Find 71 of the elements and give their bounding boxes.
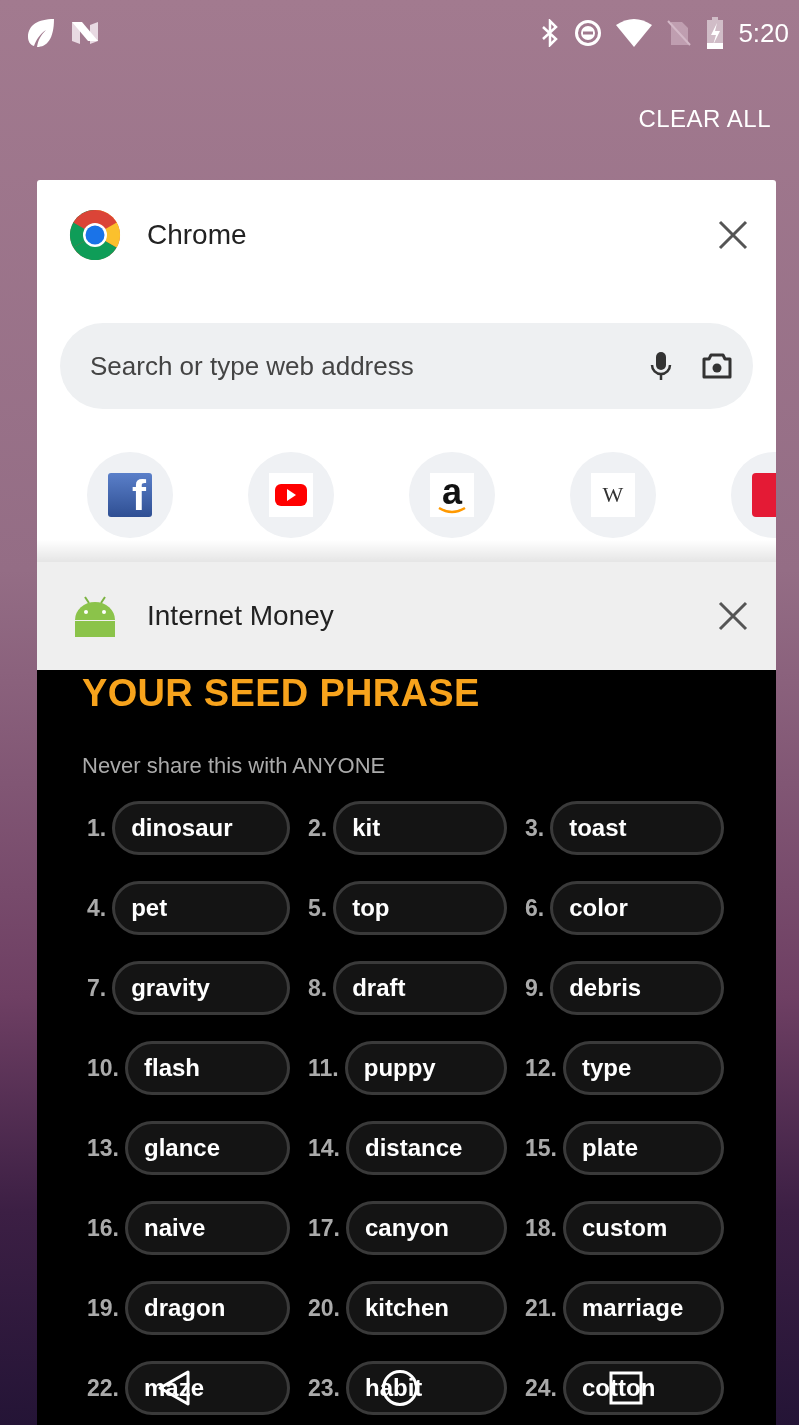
word-number: 1.: [86, 814, 107, 842]
shortcut-tile[interactable]: W: [570, 452, 656, 538]
seed-word: draft: [333, 961, 507, 1015]
word-number: 21.: [524, 1294, 557, 1322]
seed-word: color: [550, 881, 724, 935]
seed-word: gravity: [112, 961, 290, 1015]
seed-word: kitchen: [346, 1281, 507, 1335]
word-number: 14.: [307, 1134, 340, 1162]
seed-word: pet: [112, 881, 290, 935]
close-icon[interactable]: [718, 601, 748, 631]
word-number: 18.: [524, 1214, 557, 1242]
word-number: 4.: [86, 894, 107, 922]
amazon-logo: a: [430, 473, 474, 517]
seed-word: canyon: [346, 1201, 507, 1255]
word-number: 5.: [307, 894, 328, 922]
warning-text: Never share this with ANYONE: [82, 753, 387, 779]
word-number: 17.: [307, 1214, 340, 1242]
search-field[interactable]: Search or type web address: [88, 349, 621, 383]
no-sim-icon: [666, 19, 693, 47]
seed-word: naive: [125, 1201, 290, 1255]
seed-word: top: [333, 881, 507, 935]
camera-icon[interactable]: [701, 352, 733, 380]
app-name: Internet Money: [147, 600, 335, 632]
close-icon[interactable]: [718, 220, 748, 250]
word-number: 10.: [86, 1054, 119, 1082]
seed-word: glance: [125, 1121, 290, 1175]
word-number: 2.: [307, 814, 328, 842]
seed-word: dinosaur: [112, 801, 290, 855]
seed-word: toast: [550, 801, 724, 855]
facebook-logo: f: [108, 473, 152, 517]
seed-word: kit: [333, 801, 507, 855]
shortcut-tile[interactable]: a: [409, 452, 495, 538]
seed-word: type: [563, 1041, 724, 1095]
app-card[interactable]: Chrome Search or type web address f a W: [37, 180, 776, 562]
word-number: 23.: [307, 1374, 340, 1402]
search-bar[interactable]: Search or type web address: [60, 323, 753, 409]
do-not-disturb-icon: [574, 19, 603, 47]
battery-charging-icon: [706, 17, 725, 49]
word-number: 20.: [307, 1294, 340, 1322]
wifi-icon: [616, 19, 653, 47]
app-name: Chrome: [147, 219, 248, 251]
word-number: 8.: [307, 974, 328, 1002]
microphone-icon[interactable]: [649, 350, 673, 382]
seed-word: flash: [125, 1041, 290, 1095]
word-number: 12.: [524, 1054, 557, 1082]
word-number: 15.: [524, 1134, 557, 1162]
clear-all-button[interactable]: CLEAR ALL: [634, 101, 775, 137]
seed-word: plate: [563, 1121, 724, 1175]
word-number: 13.: [86, 1134, 119, 1162]
word-number: 24.: [524, 1374, 557, 1402]
seed-word: distance: [346, 1121, 507, 1175]
seed-word: marriage: [563, 1281, 724, 1335]
seed-phrase-title: YOUR SEED PHRASE: [82, 671, 481, 715]
seed-word: dragon: [125, 1281, 290, 1335]
app-card[interactable]: [37, 562, 776, 1425]
seed-word: debris: [550, 961, 724, 1015]
youtube-logo-icon: [269, 473, 313, 517]
word-number: 7.: [86, 974, 107, 1002]
clock-time: 5:20: [738, 17, 789, 49]
seed-word: puppy: [344, 1041, 507, 1095]
chrome-logo-icon: [69, 209, 121, 261]
shortcut-tile[interactable]: f: [87, 452, 173, 538]
wikipedia-logo: W: [591, 473, 635, 517]
word-number: 11.: [307, 1054, 339, 1082]
word-number: 19.: [86, 1294, 119, 1322]
seed-word: custom: [563, 1201, 724, 1255]
word-number: 22.: [86, 1374, 119, 1402]
word-number: 16.: [86, 1214, 119, 1242]
word-number: 6.: [524, 894, 545, 922]
word-number: 9.: [524, 974, 545, 1002]
word-number: 3.: [524, 814, 545, 842]
